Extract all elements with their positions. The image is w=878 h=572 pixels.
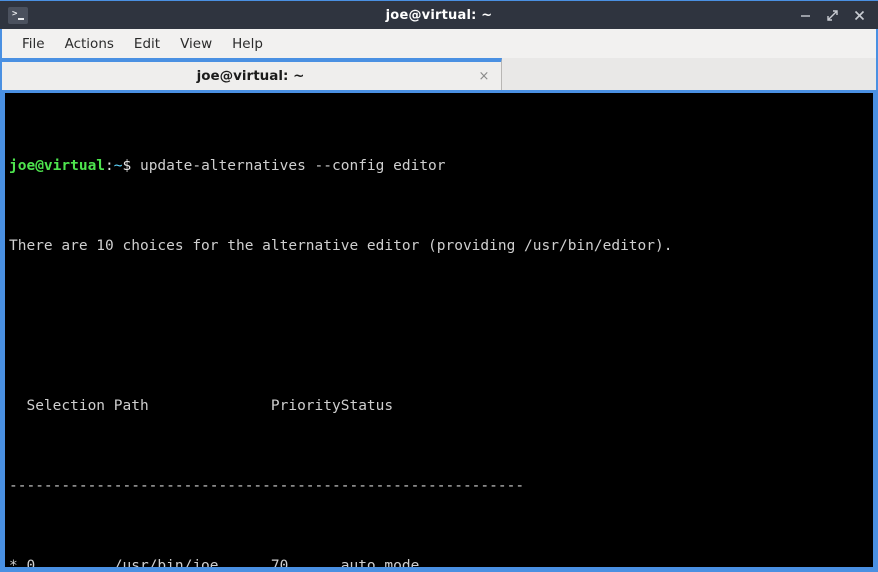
menu-item-help[interactable]: Help — [222, 33, 273, 55]
tab-label: joe@virtual: ~ — [196, 68, 305, 84]
table-row-text: * 0 /usr/bin/joe 70 auto mode — [9, 558, 420, 572]
prompt-path: ~ — [113, 158, 123, 174]
terminal-icon: > — [8, 6, 28, 24]
table-header-row: Selection Path PriorityStatus — [9, 396, 873, 416]
window-controls — [799, 9, 878, 22]
terminal-window: > joe@virtual: ~ File Actions Edit View … — [0, 0, 878, 572]
tab-joe-virtual[interactable]: joe@virtual: ~ × — [2, 58, 502, 90]
table-header-text: Selection Path PriorityStatus — [9, 398, 394, 414]
terminal-command: update-alternatives --config editor — [131, 158, 446, 174]
titlebar[interactable]: > joe@virtual: ~ — [0, 0, 878, 29]
menubar: File Actions Edit View Help — [0, 29, 878, 58]
close-icon[interactable] — [853, 9, 866, 22]
tab-close-icon[interactable]: × — [473, 65, 495, 87]
terminal-line-command: joe@virtual:~$ update-alternatives --con… — [9, 156, 873, 176]
terminal-viewport[interactable]: joe@virtual:~$ update-alternatives --con… — [0, 93, 878, 572]
table-separator-text: ----------------------------------------… — [9, 478, 525, 494]
table-separator: ----------------------------------------… — [9, 476, 873, 496]
table-body: * 0 /usr/bin/joe 70 auto mode 1 /bin/ed … — [9, 556, 873, 572]
tabstrip-empty-area[interactable] — [502, 58, 876, 90]
maximize-icon[interactable] — [826, 9, 839, 22]
terminal-line-intro: There are 10 choices for the alternative… — [9, 236, 873, 256]
intro-text: There are 10 choices for the alternative… — [9, 238, 673, 254]
minimize-icon[interactable] — [799, 9, 812, 22]
terminal-blank-line-1 — [9, 316, 873, 336]
tabstrip: joe@virtual: ~ × — [0, 58, 878, 93]
menu-item-actions[interactable]: Actions — [55, 33, 124, 55]
prompt-colon: : — [105, 158, 114, 174]
menu-item-view[interactable]: View — [170, 33, 222, 55]
menu-item-edit[interactable]: Edit — [124, 33, 170, 55]
table-row: * 0 /usr/bin/joe 70 auto mode — [9, 556, 873, 572]
menu-item-file[interactable]: File — [12, 33, 55, 55]
terminal-icon-prompt: > — [12, 8, 18, 19]
terminal-icon-underscore — [18, 17, 24, 20]
prompt-user-host: joe@virtual — [9, 158, 106, 174]
terminal-screen: joe@virtual:~$ update-alternatives --con… — [5, 96, 873, 572]
prompt-sigil: $ — [122, 158, 132, 174]
window-title: joe@virtual: ~ — [385, 7, 493, 23]
